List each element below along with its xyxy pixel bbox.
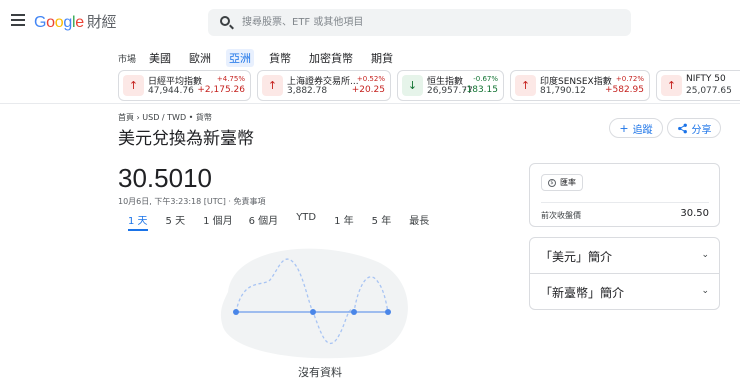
arrow-down-icon: ↓ [402,75,423,96]
illustration-dot [233,309,239,315]
market-tab-crypto[interactable]: 加密貨幣 [306,49,356,67]
ticker-card[interactable]: ↑ NIFTY 50 25,077.65 +1 [656,70,740,101]
range-1d[interactable]: 1 天 [128,212,148,231]
ticker-strip: ↑ 日經平均指數 47,944.76 +4.75% +2,175.26 ↑ 上海… [118,70,740,101]
ticker-card[interactable]: ↑ 日經平均指數 47,944.76 +4.75% +2,175.26 [118,70,251,101]
ticker-percent: +0.72% [615,75,644,83]
market-tab-europe[interactable]: 歐洲 [186,49,214,67]
follow-button[interactable]: + 追蹤 [609,118,663,138]
ticker-value: 3,882.78 [287,86,328,96]
page-title: 美元兌換為新臺幣 [118,129,254,149]
market-tab-asia[interactable]: 亞洲 [226,49,255,67]
google-finance-logo[interactable]: Google 財經 [34,11,117,32]
dollar-icon: $ [548,178,556,187]
divider [541,202,709,203]
product-name: 財經 [86,13,117,31]
header: Google 財經 [0,0,740,46]
breadcrumb[interactable]: 首頁 › USD / TWD • 貨幣 [118,112,212,123]
range-ytd[interactable]: YTD [296,212,316,231]
ticker-percent: +0.52% [356,75,385,83]
rate-card: $ 匯率 前次收盤價 30.50 [529,163,720,227]
current-price: 30.5010 [118,163,212,193]
about-twd-label: 「新臺幣」簡介 [540,286,625,300]
markets-label: 市場 [118,54,137,65]
range-5d[interactable]: 5 天 [166,212,186,231]
price-timestamp: 10月6日, 下午3:23:18 [UTC] · 免責事項 [118,197,266,206]
share-button[interactable]: 分享 [667,118,721,138]
ticker-change: +582.95 [604,85,644,95]
range-max[interactable]: 最長 [409,212,429,231]
arrow-up-icon: ↑ [262,75,283,96]
arrow-up-icon: ↑ [661,75,682,96]
share-label: 分享 [691,124,712,136]
range-1y[interactable]: 1 年 [334,212,354,231]
search-bar[interactable] [208,9,631,36]
ticker-change: +2,175.26 [197,85,245,95]
market-tab-us[interactable]: 美國 [146,49,174,67]
chevron-down-icon: ⌄ [701,286,709,296]
market-tab-futures[interactable]: 期貨 [368,49,396,67]
ticker-value: 25,077.65 [686,86,732,96]
prev-close-label: 前次收盤價 [541,211,581,220]
ticker-value: 81,790.12 [540,86,586,96]
range-6m[interactable]: 6 個月 [249,212,279,231]
illustration-dot [385,309,391,315]
arrow-up-icon: ↑ [515,75,536,96]
illustration-dot [310,309,316,315]
ticker-change: -183.15 [463,85,498,95]
follow-label: 追蹤 [632,124,653,136]
about-usd-label: 「美元」簡介 [540,250,613,264]
chip-label: 匯率 [560,178,576,187]
about-usd-accordion[interactable]: 「美元」簡介 ⌄ [530,238,719,274]
prev-close-value: 30.50 [680,208,709,219]
ticker-percent: -0.67% [473,75,498,83]
arrow-up-icon: ↑ [123,75,144,96]
time-range-selector: 1 天 5 天 1 個月 6 個月 YTD 1 年 5 年 最長 [118,212,429,231]
ticker-change: +20.25 [351,85,385,95]
ticker-value: 47,944.76 [148,86,194,96]
chevron-down-icon: ⌄ [701,250,709,260]
illustration-blob [220,248,408,359]
share-icon [677,123,687,133]
illustration-dot [351,309,357,315]
ticker-name: NIFTY 50 [686,74,726,84]
search-input[interactable] [242,13,622,32]
divider [0,103,740,104]
no-data-illustration [220,248,408,359]
range-5y[interactable]: 5 年 [372,212,392,231]
search-icon[interactable] [220,16,230,26]
exchange-rate-chip[interactable]: $ 匯率 [541,174,583,191]
ticker-card[interactable]: ↑ 上海證券交易所... 3,882.78 +0.52% +20.25 [257,70,391,101]
no-data-label: 沒有資料 [298,366,342,379]
ticker-card[interactable]: ↑ 印度SENSEX指數 81,790.12 +0.72% +582.95 [510,70,650,101]
menu-icon[interactable] [11,14,25,28]
about-twd-accordion[interactable]: 「新臺幣」簡介 ⌄ [530,274,719,310]
ticker-percent: +4.75% [216,75,245,83]
market-tab-currencies[interactable]: 貨幣 [266,49,294,67]
plus-icon: + [619,121,629,135]
ticker-card[interactable]: ↓ 恒生指數 26,957.77 -0.67% -183.15 [397,70,504,101]
markets-bar: 市場 美國 歐洲 亞洲 貨幣 加密貨幣 期貨 [118,49,408,67]
range-1m[interactable]: 1 個月 [203,212,233,231]
about-card: 「美元」簡介 ⌄ 「新臺幣」簡介 ⌄ [529,237,720,310]
